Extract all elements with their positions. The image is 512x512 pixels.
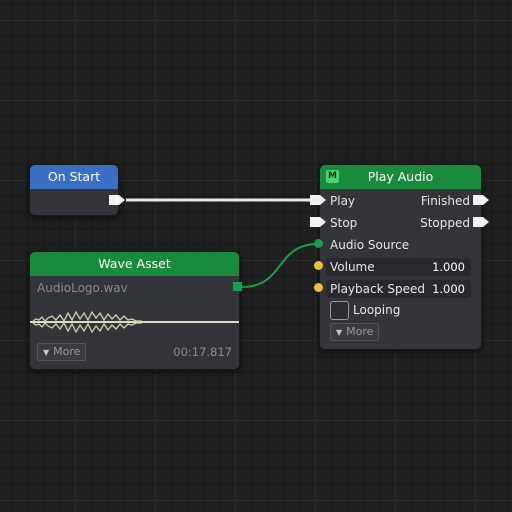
on-start-node[interactable]: On Start <box>29 164 119 216</box>
finished-exec-out-pin[interactable] <box>472 194 490 206</box>
playback-speed-field[interactable]: Playback Speed 1.000 <box>326 280 471 298</box>
playback-speed-input-pin[interactable] <box>314 283 323 292</box>
finished-output-label: Finished <box>420 194 470 208</box>
play-exec-in-pin[interactable] <box>309 194 327 206</box>
wave-asset-filename: AudioLogo.wav <box>37 281 128 295</box>
audio-source-input-pin[interactable] <box>314 239 323 248</box>
stop-input-label: Stop <box>330 216 358 230</box>
play-input-label: Play <box>330 194 356 208</box>
stopped-output-label: Stopped <box>420 216 470 230</box>
wave-asset-title: Wave Asset <box>98 256 171 271</box>
wave-asset-duration: 00:17.817 <box>173 345 232 359</box>
module-badge-icon: M <box>326 170 339 183</box>
play-audio-more-button[interactable]: ▼ More <box>330 323 380 341</box>
playback-speed-value[interactable]: 1.000 <box>432 280 465 298</box>
stop-exec-in-pin[interactable] <box>309 216 327 228</box>
wave-asset-more-label: More <box>53 345 81 358</box>
volume-input-pin[interactable] <box>314 261 323 270</box>
volume-label: Volume <box>330 260 375 274</box>
waveform-preview <box>30 310 239 334</box>
play-audio-node[interactable]: M Play Audio Play Finished Stop Stopped … <box>319 164 482 350</box>
wave-asset-output-pin[interactable] <box>233 282 242 291</box>
playback-speed-label: Playback Speed <box>330 282 425 296</box>
play-audio-title: Play Audio <box>367 169 434 184</box>
looping-label: Looping <box>353 303 401 317</box>
wave-asset-node[interactable]: Wave Asset AudioLogo.wav ▼ More 00:17.817 <box>29 251 240 370</box>
dropdown-triangle-icon: ▼ <box>336 328 343 337</box>
wave-asset-header[interactable]: Wave Asset <box>30 252 239 276</box>
wave-asset-more-button[interactable]: ▼ More <box>37 343 87 361</box>
audio-source-input-label: Audio Source <box>330 238 410 252</box>
play-audio-more-label: More <box>346 325 374 338</box>
play-audio-header[interactable]: M Play Audio <box>320 165 481 189</box>
on-start-title: On Start <box>47 169 101 184</box>
volume-value[interactable]: 1.000 <box>432 258 465 276</box>
audio-source-wire[interactable] <box>241 243 319 288</box>
stopped-exec-out-pin[interactable] <box>472 216 490 228</box>
on-start-header[interactable]: On Start <box>30 165 118 189</box>
volume-field[interactable]: Volume 1.000 <box>326 258 471 276</box>
on-start-exec-out-pin[interactable] <box>108 194 126 206</box>
looping-checkbox[interactable] <box>330 301 349 320</box>
dropdown-triangle-icon: ▼ <box>43 348 50 357</box>
